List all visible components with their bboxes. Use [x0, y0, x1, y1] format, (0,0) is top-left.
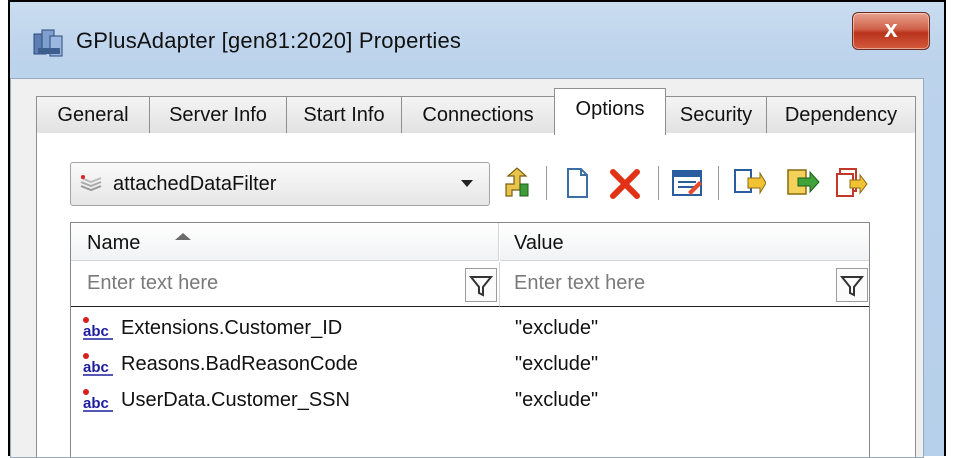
row-value: "exclude" [515, 353, 599, 375]
window-title: GPlusAdapter [gen81:2020] Properties [76, 28, 462, 53]
funnel-filter-icon[interactable] [465, 268, 497, 302]
tab-server-info[interactable]: Server Info [149, 96, 287, 133]
svg-text:abc: abc [83, 323, 109, 340]
funnel-filter-icon[interactable] [836, 268, 868, 302]
name-filter-cell: Enter text here [71, 262, 500, 307]
sort-ascending-icon [175, 233, 191, 240]
chevron-down-icon [461, 180, 473, 187]
tab-dependency[interactable]: Dependency [766, 96, 916, 133]
string-value-icon: abc [83, 389, 113, 412]
string-value-icon: abc [83, 317, 113, 340]
value-filter-input[interactable]: Enter text here [514, 272, 645, 295]
row-value: "exclude" [515, 389, 599, 411]
frame-border-right [944, 0, 946, 456]
toolbar-separator [718, 166, 719, 200]
toolbar-separator [546, 166, 547, 200]
import-icon[interactable] [834, 166, 868, 200]
row-name: Extensions.Customer_ID [121, 317, 343, 339]
title-bar[interactable]: GPlusAdapter [gen81:2020] Properties x [10, 2, 944, 82]
name-filter-input[interactable]: Enter text here [87, 272, 218, 295]
close-button[interactable]: x [852, 12, 930, 50]
new-document-icon[interactable] [560, 166, 594, 200]
value-filter-cell: Enter text here [500, 262, 869, 307]
svg-text:abc: abc [83, 359, 109, 376]
svg-text:abc: abc [83, 395, 109, 412]
frame-border-top [8, 0, 946, 2]
column-header-name-label: Name [87, 232, 141, 254]
delete-icon[interactable] [608, 166, 642, 200]
adapter-app-icon [33, 29, 63, 57]
section-stack-icon [80, 175, 102, 192]
row-name: Reasons.BadReasonCode [121, 353, 358, 375]
section-dropdown-value: attachedDataFilter [113, 173, 277, 195]
edit-icon[interactable] [670, 166, 704, 200]
close-icon: x [884, 16, 898, 43]
column-header-value-label: Value [514, 232, 564, 254]
options-grid: Name Value Enter text here Enter text he… [70, 222, 870, 457]
upload-icon[interactable] [500, 166, 534, 200]
tab-start-info[interactable]: Start Info [286, 96, 402, 133]
row-name: UserData.Customer_SSN [121, 389, 350, 411]
copy-icon[interactable] [732, 166, 766, 200]
tab-options[interactable]: Options [554, 88, 666, 135]
column-header-value[interactable]: Value [500, 223, 869, 261]
export-icon[interactable] [786, 166, 820, 200]
section-dropdown[interactable]: attachedDataFilter [70, 162, 490, 206]
column-header-name[interactable]: Name [71, 223, 499, 261]
tab-security[interactable]: Security [665, 96, 767, 133]
string-value-icon: abc [83, 353, 113, 376]
toolbar-separator [658, 166, 659, 200]
tab-connections[interactable]: Connections [401, 96, 555, 133]
row-value: "exclude" [515, 317, 599, 339]
tab-general[interactable]: General [36, 96, 150, 133]
